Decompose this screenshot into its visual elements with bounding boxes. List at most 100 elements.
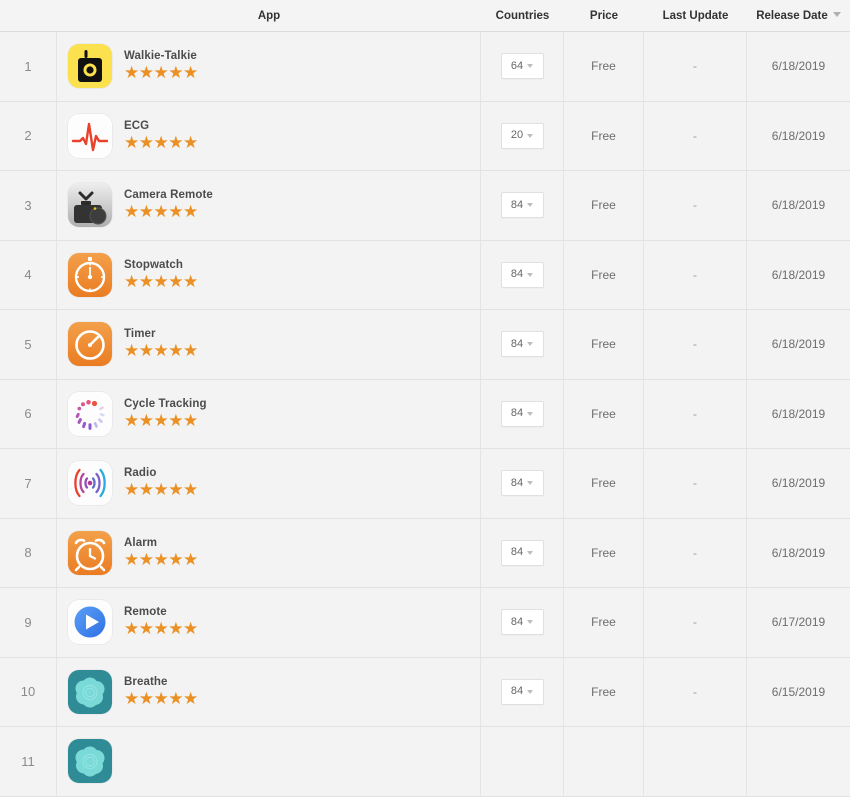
- row-countries-cell: [481, 727, 564, 796]
- row-price: Free: [564, 32, 644, 101]
- row-price: Free: [564, 101, 644, 170]
- row-app-cell[interactable]: ECG ★★★★★: [57, 101, 481, 170]
- app-name: Radio: [124, 467, 157, 480]
- column-header-price[interactable]: Price: [564, 10, 644, 22]
- countries-dropdown[interactable]: 20: [500, 122, 544, 149]
- column-header-release-date-label: Release Date: [756, 9, 828, 22]
- breathe-icon: [68, 669, 112, 714]
- countries-value: 84: [510, 546, 524, 559]
- row-release-date: [747, 727, 850, 796]
- chevron-down-icon: [527, 342, 534, 347]
- rating-stars: ★★★★★: [124, 410, 198, 431]
- row-release-date: 6/18/2019: [747, 171, 850, 240]
- row-countries-cell: 84: [481, 657, 564, 726]
- row-app-cell[interactable]: Radio ★★★★★: [57, 449, 481, 518]
- table-row[interactable]: 1 Walkie-Talkie ★★★★★ 64 Free -6/18/2019: [0, 32, 850, 102]
- row-release-date: 6/18/2019: [747, 518, 850, 587]
- row-rank: 2: [0, 101, 57, 170]
- row-app-cell[interactable]: Timer ★★★★★: [57, 310, 481, 379]
- countries-dropdown[interactable]: 84: [500, 609, 544, 636]
- timer-icon: [68, 322, 112, 367]
- cycle-tracking-icon: [68, 391, 112, 436]
- app-name: Camera Remote: [124, 189, 213, 202]
- column-header-release-date[interactable]: Release Date: [747, 10, 850, 22]
- table-row[interactable]: 2 ECG ★★★★★ 20 Free -6/18/2019: [0, 101, 850, 171]
- row-last-update: -: [644, 588, 747, 657]
- row-last-update: [644, 727, 747, 796]
- countries-value: 64: [510, 59, 524, 72]
- chevron-down-icon: [527, 133, 534, 138]
- row-rank: 11: [0, 727, 57, 796]
- row-price: Free: [564, 171, 644, 240]
- app-name: Cycle Tracking: [124, 397, 207, 410]
- row-last-update: -: [644, 240, 747, 309]
- stopwatch-icon: [68, 252, 112, 297]
- countries-dropdown[interactable]: 84: [500, 470, 544, 497]
- table-row[interactable]: 5 Timer ★★★★★ 84 Free -6/18/2019: [0, 310, 850, 380]
- row-app-cell[interactable]: [57, 727, 481, 796]
- app-name: Breathe: [124, 675, 168, 688]
- countries-value: 84: [510, 615, 524, 628]
- row-release-date: 6/18/2019: [747, 101, 850, 170]
- table-row[interactable]: 6 Cycle Tracking ★★★★★ 84 Free -6/18/2019: [0, 379, 850, 449]
- rating-stars: ★★★★★: [124, 63, 198, 84]
- ecg-icon: [68, 113, 112, 158]
- row-last-update: -: [644, 171, 747, 240]
- app-name: Timer: [124, 328, 156, 341]
- row-last-update: -: [644, 657, 747, 726]
- table-row[interactable]: 8 Alarm ★★★★★ 84 Free -6/18/2019: [0, 518, 850, 588]
- radio-icon: [68, 461, 112, 506]
- row-release-date: 6/17/2019: [747, 588, 850, 657]
- row-release-date: 6/18/2019: [747, 32, 850, 101]
- row-app-cell[interactable]: Camera Remote ★★★★★: [57, 171, 481, 240]
- countries-dropdown[interactable]: 84: [500, 261, 544, 288]
- column-header-countries[interactable]: Countries: [481, 10, 564, 22]
- table-row[interactable]: 7 Radio ★★★★★ 84 Free -6/18/2019: [0, 449, 850, 519]
- rating-stars: ★★★★★: [124, 480, 198, 501]
- countries-dropdown[interactable]: 64: [500, 53, 544, 80]
- table-body: 1 Walkie-Talkie ★★★★★ 64 Free -6/18/2019 2 EC…: [0, 32, 850, 797]
- row-rank: 1: [0, 32, 57, 101]
- table-row[interactable]: 11: [0, 727, 850, 797]
- column-header-last-update[interactable]: Last Update: [644, 10, 747, 22]
- app-name: Stopwatch: [124, 258, 184, 271]
- chevron-down-icon: [527, 620, 534, 625]
- row-countries-cell: 64: [481, 32, 564, 101]
- row-app-cell[interactable]: Remote ★★★★★: [57, 588, 481, 657]
- row-price: Free: [564, 310, 644, 379]
- countries-dropdown[interactable]: 84: [500, 400, 544, 427]
- row-release-date: 6/18/2019: [747, 310, 850, 379]
- countries-dropdown[interactable]: 84: [500, 678, 544, 705]
- countries-value: 84: [510, 476, 524, 489]
- table-row[interactable]: 9 Remote ★★★★★ 84 Free -6/17/2019: [0, 588, 850, 658]
- countries-dropdown[interactable]: 84: [500, 192, 544, 219]
- chevron-down-icon: [527, 272, 534, 277]
- row-countries-cell: 84: [481, 588, 564, 657]
- row-app-cell[interactable]: Cycle Tracking ★★★★★: [57, 379, 481, 448]
- table-row[interactable]: 4 Stopwatch ★★★★★ 84 Free -6/18/2019: [0, 240, 850, 310]
- row-app-cell[interactable]: Stopwatch ★★★★★: [57, 240, 481, 309]
- countries-dropdown[interactable]: 84: [500, 539, 544, 566]
- app-name: ECG: [124, 119, 150, 132]
- app-name: Alarm: [124, 536, 158, 549]
- row-app-cell[interactable]: Alarm ★★★★★: [57, 518, 481, 587]
- row-countries-cell: 84: [481, 310, 564, 379]
- app-ranking-table: App Countries Price Last Update Release …: [0, 0, 850, 797]
- row-rank: 5: [0, 310, 57, 379]
- countries-dropdown[interactable]: 84: [500, 331, 544, 358]
- table-row[interactable]: 3 Camera Remote ★★★★★ 84 Free -6/18/2019: [0, 171, 850, 241]
- row-release-date: 6/15/2019: [747, 657, 850, 726]
- row-price: [564, 727, 644, 796]
- row-app-cell[interactable]: Breathe ★★★★★: [57, 657, 481, 726]
- row-countries-cell: 20: [481, 101, 564, 170]
- chevron-down-icon: [527, 203, 534, 208]
- table-row[interactable]: 10 Breathe ★★★★★ 84 Free -6/15/2019: [0, 657, 850, 727]
- column-header-app[interactable]: App: [57, 10, 481, 22]
- row-app-cell[interactable]: Walkie-Talkie ★★★★★: [57, 32, 481, 101]
- alarm-icon: [68, 530, 112, 575]
- row-countries-cell: 84: [481, 240, 564, 309]
- row-last-update: -: [644, 310, 747, 379]
- app-name: Walkie-Talkie: [124, 50, 197, 63]
- row-release-date: 6/18/2019: [747, 379, 850, 448]
- row-rank: 10: [0, 657, 57, 726]
